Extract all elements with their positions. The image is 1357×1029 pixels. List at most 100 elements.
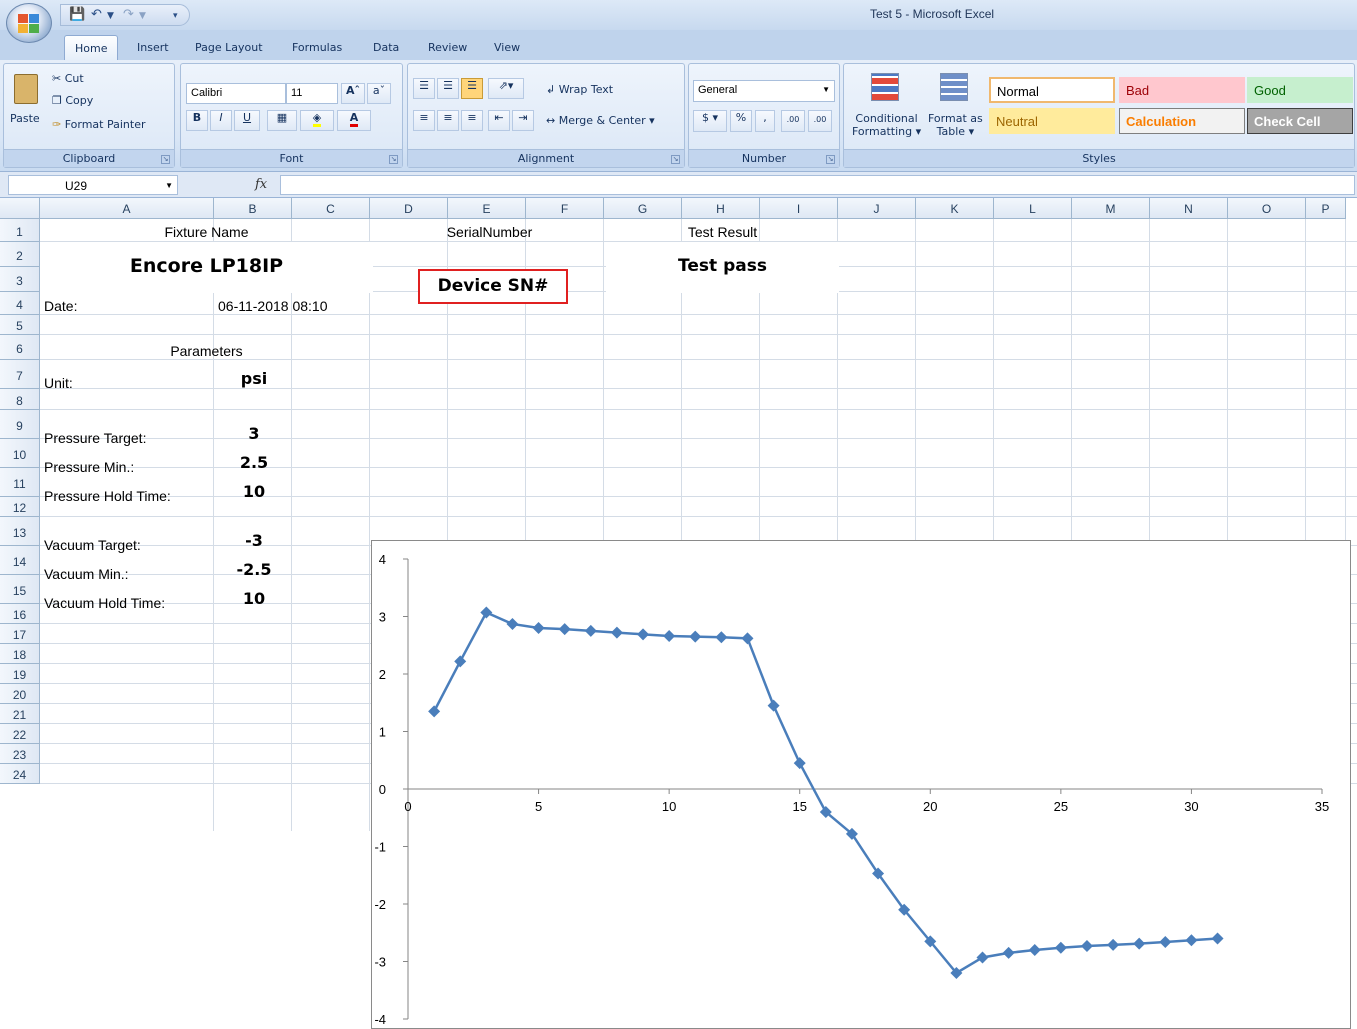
test-result-header[interactable]: Test Result: [606, 219, 839, 240]
increase-decimal-button[interactable]: .00: [781, 110, 805, 132]
conditional-formatting-button[interactable]: Conditional Formatting ▾: [852, 112, 921, 138]
customize-qat-icon[interactable]: ▾: [173, 11, 178, 21]
align-top-button[interactable]: ☰: [413, 78, 435, 99]
tab-review[interactable]: Review: [428, 41, 467, 54]
row-header-20[interactable]: 20: [0, 684, 40, 704]
bold-button[interactable]: B: [186, 110, 208, 131]
parameter-value[interactable]: 2.5: [214, 453, 294, 472]
row-header-3[interactable]: 3: [0, 267, 40, 292]
alignment-launcher-icon[interactable]: ↘: [671, 155, 680, 164]
office-button[interactable]: [6, 3, 52, 43]
tab-data[interactable]: Data: [373, 41, 399, 54]
name-box-dropdown-icon[interactable]: ▼: [165, 181, 173, 190]
column-header-b[interactable]: B: [214, 198, 292, 219]
save-icon[interactable]: 💾: [69, 7, 85, 22]
parameter-value[interactable]: -3: [214, 531, 294, 550]
parameter-label[interactable]: Vacuum Target:: [44, 537, 141, 553]
align-left-button[interactable]: ≡: [413, 110, 435, 131]
row-header-22[interactable]: 22: [0, 724, 40, 744]
font-name-select[interactable]: Calibri: [186, 83, 286, 104]
column-header-m[interactable]: M: [1072, 198, 1150, 219]
shrink-font-button[interactable]: aˇ: [367, 83, 391, 104]
row-header-11[interactable]: 11: [0, 468, 40, 497]
row-header-7[interactable]: 7: [0, 360, 40, 389]
parameter-value[interactable]: psi: [214, 369, 294, 388]
row-header-21[interactable]: 21: [0, 704, 40, 724]
tab-formulas[interactable]: Formulas: [292, 41, 342, 54]
row-header-15[interactable]: 15: [0, 575, 40, 604]
column-header-n[interactable]: N: [1150, 198, 1228, 219]
cell-style-1[interactable]: Bad: [1119, 77, 1245, 103]
row-header-12[interactable]: 12: [0, 497, 40, 517]
row-header-4[interactable]: 4: [0, 292, 40, 315]
column-header-p[interactable]: P: [1306, 198, 1346, 219]
column-header-a[interactable]: A: [40, 198, 214, 219]
formula-input[interactable]: [280, 175, 1355, 195]
parameter-value[interactable]: 3: [214, 424, 294, 443]
parameter-label[interactable]: Pressure Target:: [44, 430, 146, 446]
borders-button[interactable]: ▦: [267, 110, 297, 131]
column-header-f[interactable]: F: [526, 198, 604, 219]
row-header-6[interactable]: 6: [0, 335, 40, 360]
number-format-select[interactable]: General ▼: [693, 80, 835, 102]
cell-style-3[interactable]: Neutral: [989, 108, 1115, 134]
decrease-indent-button[interactable]: ⇤: [488, 110, 510, 131]
orientation-button[interactable]: ⇗▾: [488, 78, 524, 99]
row-header-2[interactable]: 2: [0, 242, 40, 267]
cell-style-2[interactable]: Good: [1247, 77, 1353, 103]
percent-button[interactable]: %: [730, 110, 752, 132]
column-header-h[interactable]: H: [682, 198, 760, 219]
date-value[interactable]: 06-11-2018 08:10: [218, 298, 328, 314]
tab-page-layout[interactable]: Page Layout: [195, 41, 263, 54]
decrease-decimal-button[interactable]: .00: [808, 110, 832, 132]
parameter-label[interactable]: Pressure Hold Time:: [44, 488, 171, 504]
paste-button[interactable]: Paste: [10, 112, 40, 125]
fill-color-button[interactable]: ◈: [300, 110, 334, 131]
row-header-16[interactable]: 16: [0, 604, 40, 624]
column-header-o[interactable]: O: [1228, 198, 1306, 219]
column-header-j[interactable]: J: [838, 198, 916, 219]
parameters-title[interactable]: Parameters: [40, 343, 373, 359]
column-header-c[interactable]: C: [292, 198, 370, 219]
tab-home[interactable]: Home: [64, 35, 119, 61]
underline-button[interactable]: U: [234, 110, 260, 131]
row-header-1[interactable]: 1: [0, 219, 40, 242]
tab-view[interactable]: View: [494, 41, 520, 54]
row-header-14[interactable]: 14: [0, 546, 40, 575]
row-header-9[interactable]: 9: [0, 410, 40, 439]
font-launcher-icon[interactable]: ↘: [389, 155, 398, 164]
column-header-l[interactable]: L: [994, 198, 1072, 219]
format-painter-button[interactable]: ✑ Format Painter: [52, 118, 146, 131]
serial-number-cell[interactable]: Device SN#: [418, 269, 568, 304]
fixture-name-header[interactable]: Fixture Name: [40, 219, 373, 240]
pressure-chart[interactable]: 4 3 2 1 0 -1 -2 -3 -4 0 5 10 15 20 25 30 35: [371, 540, 1351, 1029]
fixture-name-cell[interactable]: Encore LP18IP: [40, 242, 373, 293]
test-result-cell[interactable]: Test pass: [606, 242, 839, 293]
align-center-button[interactable]: ≡: [437, 110, 459, 131]
parameter-value[interactable]: -2.5: [214, 560, 294, 579]
parameter-label[interactable]: Unit:: [44, 375, 73, 391]
number-launcher-icon[interactable]: ↘: [826, 155, 835, 164]
comma-button[interactable]: ,: [755, 110, 775, 132]
row-header-19[interactable]: 19: [0, 664, 40, 684]
format-as-table-button[interactable]: Format as Table ▾: [928, 112, 983, 138]
row-header-18[interactable]: 18: [0, 644, 40, 664]
italic-button[interactable]: I: [210, 110, 232, 131]
serial-number-header[interactable]: SerialNumber: [373, 219, 606, 240]
column-header-e[interactable]: E: [448, 198, 526, 219]
parameter-value[interactable]: 10: [214, 589, 294, 608]
paste-icon[interactable]: [14, 74, 38, 104]
copy-button[interactable]: ❐ Copy: [52, 94, 93, 107]
row-header-5[interactable]: 5: [0, 315, 40, 335]
tab-insert[interactable]: Insert: [137, 41, 169, 54]
merge-center-button[interactable]: ↔ Merge & Center ▾: [546, 114, 655, 127]
row-header-8[interactable]: 8: [0, 389, 40, 410]
align-middle-button[interactable]: ☰: [437, 78, 459, 99]
parameter-label[interactable]: Pressure Min.:: [44, 459, 134, 475]
column-header-i[interactable]: I: [760, 198, 838, 219]
select-all-button[interactable]: [0, 198, 40, 219]
undo-dropdown-icon[interactable]: ▼: [107, 11, 114, 21]
row-header-17[interactable]: 17: [0, 624, 40, 644]
font-color-button[interactable]: A: [337, 110, 371, 131]
redo-icon[interactable]: ↷: [123, 7, 134, 22]
